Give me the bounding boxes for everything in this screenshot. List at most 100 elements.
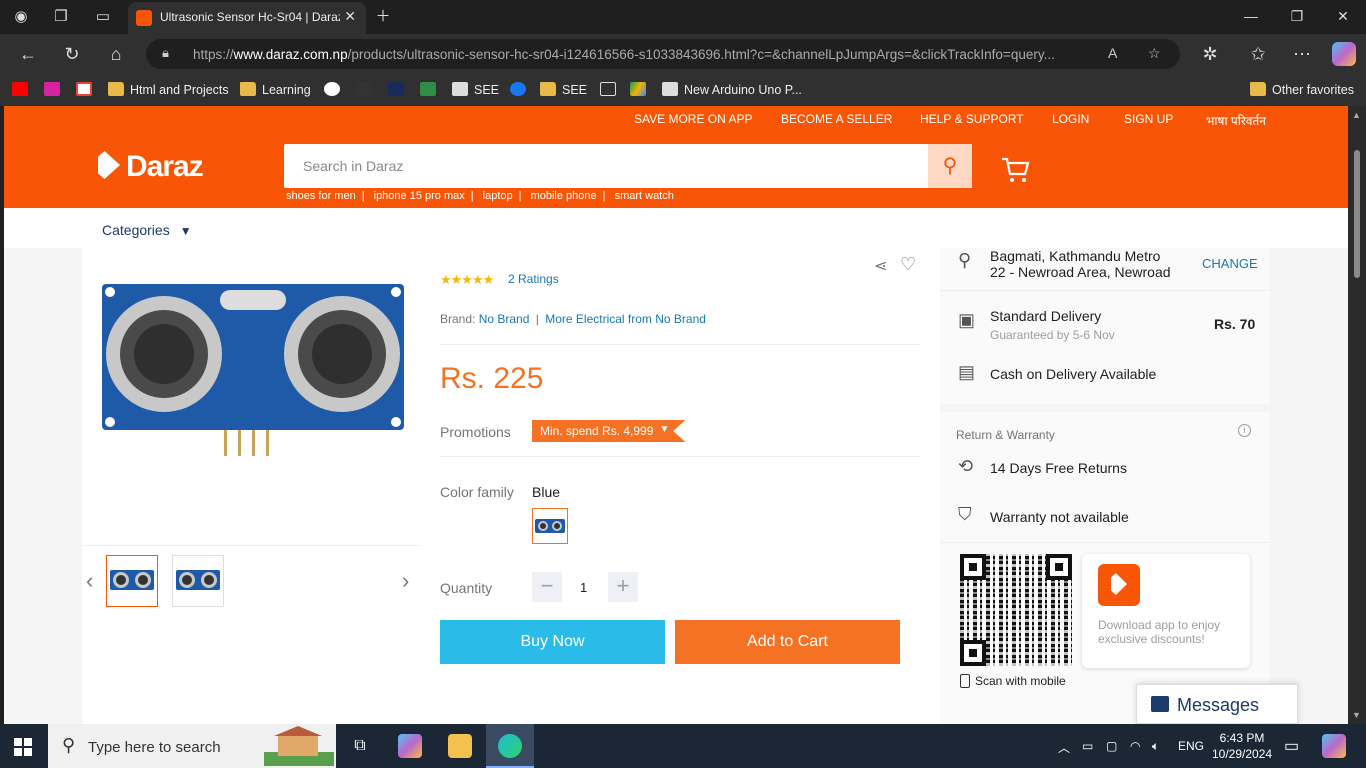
- info-icon[interactable]: i: [1238, 424, 1251, 437]
- daraz-logo[interactable]: Daraz: [98, 150, 204, 184]
- read-aloud-icon[interactable]: A: [1108, 45, 1117, 61]
- copilot-tray-icon[interactable]: [1322, 734, 1346, 758]
- more-menu-icon[interactable]: ⋯: [1290, 42, 1314, 66]
- home-icon[interactable]: ⌂: [104, 42, 128, 66]
- windows-start-icon[interactable]: [14, 738, 32, 756]
- app-promo-card[interactable]: Download app to enjoy exclusive discount…: [1082, 554, 1250, 668]
- workspaces-icon[interactable]: ❐: [50, 6, 72, 28]
- more-from-brand-link[interactable]: More Electrical from No Brand: [545, 312, 706, 326]
- search-hint[interactable]: mobile phone: [531, 190, 597, 202]
- battery-icon[interactable]: ▭: [1082, 739, 1093, 753]
- lock-icon[interactable]: 🔒︎: [162, 45, 169, 61]
- dark-site-bookmark-icon[interactable]: [388, 82, 410, 97]
- change-location-link[interactable]: CHANGE: [1202, 256, 1258, 271]
- taskbar-clock[interactable]: 6:43 PM 10/29/2024: [1212, 730, 1272, 762]
- instagram-bookmark-icon[interactable]: [44, 82, 66, 97]
- categories-menu[interactable]: Categories ▼: [102, 222, 192, 238]
- share-icon[interactable]: ⋖: [874, 256, 887, 276]
- chevron-right-icon[interactable]: ›: [402, 568, 409, 594]
- link-become-a-seller[interactable]: BECOME A SELLER: [781, 112, 892, 126]
- bookmarks-bar: Html and Projects Learning SEE SEE New A…: [0, 74, 1366, 106]
- bookmark-other-favorites[interactable]: Other favorites: [1250, 82, 1354, 97]
- tab-actions-icon[interactable]: ▭: [92, 6, 114, 28]
- meet-now-icon[interactable]: ▢: [1106, 739, 1117, 753]
- task-view-icon[interactable]: ⧉: [348, 734, 372, 758]
- bookmark-learning[interactable]: Learning: [240, 82, 311, 97]
- link-help-support[interactable]: HELP & SUPPORT: [920, 112, 1024, 126]
- back-icon[interactable]: ←: [16, 42, 40, 66]
- show-hidden-icons-icon[interactable]: ︿: [1058, 739, 1070, 756]
- drive-bookmark-icon[interactable]: [630, 82, 652, 97]
- scroll-thumb[interactable]: [1354, 150, 1360, 278]
- daraz-app-icon: [1098, 564, 1140, 606]
- divider: [940, 290, 1270, 291]
- chevron-left-icon[interactable]: ‹: [86, 568, 93, 594]
- copilot-taskbar-icon[interactable]: [398, 734, 422, 758]
- buy-now-button[interactable]: Buy Now: [440, 620, 665, 664]
- search-button[interactable]: ⚲: [928, 144, 972, 188]
- close-tab-icon[interactable]: ✕: [344, 8, 356, 25]
- brand-link[interactable]: No Brand: [479, 312, 530, 326]
- taskbar-search[interactable]: ⚲ Type here to search: [48, 724, 336, 768]
- favorite-star-icon[interactable]: ☆: [1148, 45, 1161, 62]
- product-thumbnail[interactable]: [106, 555, 158, 607]
- cart-icon[interactable]: [1000, 156, 1030, 182]
- address-bar[interactable]: 🔒︎ https://www.daraz.com.np/products/ult…: [146, 39, 1180, 69]
- new-tab-icon[interactable]: ＋: [372, 6, 394, 28]
- quantity-value[interactable]: 1: [580, 580, 587, 595]
- profile-icon[interactable]: ◉: [10, 6, 32, 28]
- link-sign-up[interactable]: SIGN UP: [1124, 112, 1173, 126]
- bookmark-see-2[interactable]: SEE: [540, 82, 587, 97]
- extensions-icon[interactable]: ✲: [1198, 42, 1222, 66]
- ratings-link[interactable]: 2 Ratings: [508, 272, 559, 286]
- add-to-cart-button[interactable]: Add to Cart: [675, 620, 900, 664]
- product-thumbnail[interactable]: [172, 555, 224, 607]
- wishlist-heart-icon[interactable]: ♡: [900, 254, 916, 275]
- product-section: ‹ › ★★★★★ 2 Ratings ⋖ ♡ Brand: No Brand …: [82, 248, 1270, 724]
- search-input[interactable]: [284, 144, 928, 188]
- minimize-icon[interactable]: —: [1228, 8, 1274, 24]
- file-explorer-icon[interactable]: [448, 734, 472, 758]
- edge-browser-icon: [498, 734, 522, 758]
- link-save-more-on-app[interactable]: SAVE MORE ON APP: [634, 112, 752, 126]
- quantity-decrease-button[interactable]: −: [532, 572, 562, 602]
- bookmark-see-1[interactable]: SEE: [452, 82, 499, 97]
- youtube-bookmark-icon[interactable]: [12, 82, 34, 97]
- bookmark-html-projects[interactable]: Html and Projects: [108, 82, 229, 97]
- close-window-icon[interactable]: ✕: [1320, 8, 1366, 25]
- favorites-icon[interactable]: ✩: [1246, 42, 1270, 66]
- quantity-increase-button[interactable]: +: [608, 572, 638, 602]
- messages-chat-button[interactable]: Messages: [1136, 684, 1298, 724]
- tab-daraz[interactable]: Ultrasonic Sensor Hc-Sr04 | Daraz ✕: [128, 2, 366, 34]
- volume-muted-icon[interactable]: 🔈︎: [1152, 739, 1159, 754]
- input-language[interactable]: ENG: [1178, 739, 1204, 753]
- wifi-icon[interactable]: ◠: [1130, 739, 1140, 753]
- restore-icon[interactable]: ❐: [1274, 8, 1320, 25]
- delivery-sidebar: ⚲ Bagmati, Kathmandu Metro 22 - Newroad …: [940, 248, 1270, 724]
- gfg-bookmark-icon[interactable]: [420, 82, 442, 97]
- page-bookmark-icon[interactable]: [600, 82, 622, 97]
- search-hint[interactable]: smart watch: [615, 190, 674, 202]
- facebook-bookmark-icon[interactable]: [510, 82, 532, 97]
- url-text[interactable]: https://www.daraz.com.np/products/ultras…: [193, 47, 1093, 62]
- scroll-up-icon[interactable]: ▲: [1352, 110, 1361, 120]
- search-hint[interactable]: shoes for men: [286, 190, 356, 202]
- product-main-image[interactable]: [102, 284, 404, 430]
- gmail-bookmark-icon[interactable]: [76, 82, 98, 97]
- github-bookmark-icon[interactable]: [324, 82, 346, 97]
- mt-bookmark-icon[interactable]: [356, 82, 378, 97]
- page-scrollbar[interactable]: ▲ ▼: [1348, 106, 1366, 724]
- copilot-icon[interactable]: [1332, 42, 1356, 66]
- promotion-tag[interactable]: Min. spend Rs. 4,999 ▼: [532, 420, 686, 442]
- search-hint[interactable]: iphone 15 pro max: [374, 190, 465, 202]
- bookmark-arduino[interactable]: New Arduino Uno P...: [662, 82, 802, 97]
- color-swatch-blue[interactable]: [532, 508, 568, 544]
- edge-taskbar-active[interactable]: [486, 724, 534, 768]
- refresh-icon[interactable]: ↻: [60, 42, 84, 66]
- link-change-language[interactable]: भाषा परिवर्तन: [1206, 112, 1266, 129]
- link-login[interactable]: LOGIN: [1052, 112, 1089, 126]
- search-hint[interactable]: laptop: [483, 190, 513, 202]
- scroll-down-icon[interactable]: ▼: [1352, 710, 1361, 720]
- standard-delivery-label: Standard Delivery: [990, 308, 1102, 324]
- notifications-icon[interactable]: ▭: [1284, 736, 1299, 756]
